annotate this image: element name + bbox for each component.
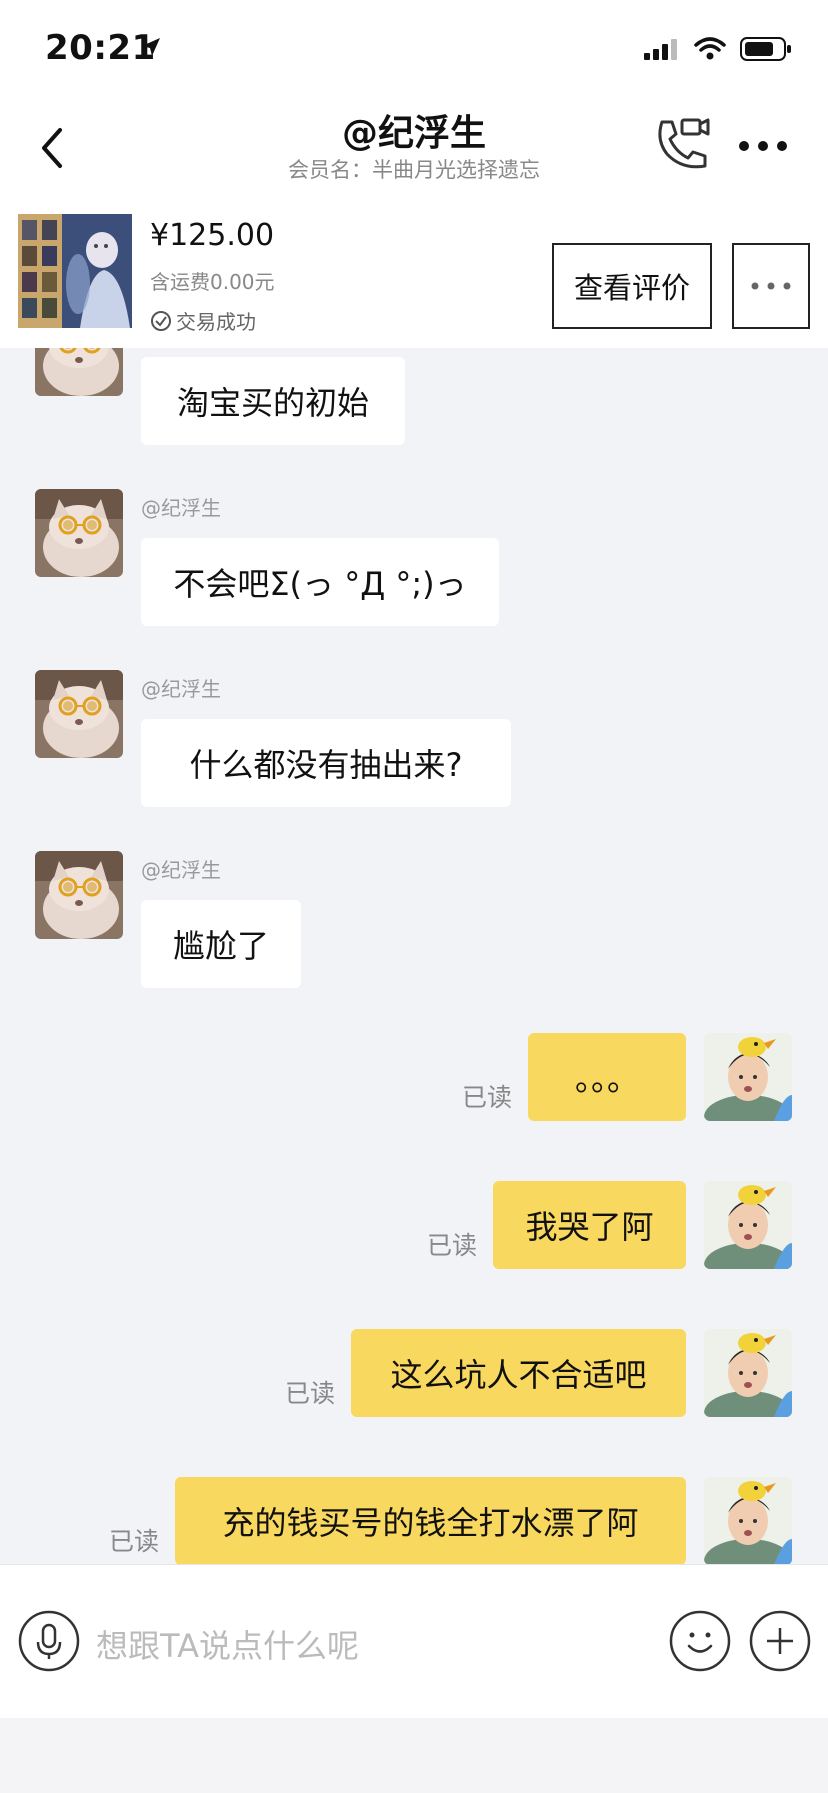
message-bubble[interactable]: 。。。	[528, 1033, 686, 1121]
message-bubble[interactable]: 什么都没有抽出来?	[141, 719, 511, 807]
trade-status: 交易成功	[150, 306, 256, 335]
sender-name: @纪浮生	[141, 858, 221, 882]
contact-avatar[interactable]	[35, 670, 123, 758]
more-icon[interactable]	[738, 140, 788, 152]
mic-icon[interactable]	[18, 1610, 80, 1672]
plus-icon[interactable]	[749, 1610, 811, 1672]
order-price: ¥125.00	[150, 218, 275, 253]
my-avatar[interactable]	[704, 1181, 792, 1269]
sender-name: @纪浮生	[141, 677, 221, 701]
contact-avatar[interactable]	[35, 348, 123, 396]
my-avatar[interactable]	[704, 1329, 792, 1417]
my-avatar[interactable]	[704, 1033, 792, 1121]
sender-name: @纪浮生	[141, 496, 221, 520]
order-more-button[interactable]	[732, 243, 810, 329]
product-thumbnail[interactable]	[18, 214, 132, 328]
input-bar: 想跟TA说点什么呢	[0, 1564, 828, 1719]
more-icon	[751, 282, 791, 290]
read-receipt: 已读	[109, 1527, 160, 1556]
message-input[interactable]: 想跟TA说点什么呢	[96, 1621, 359, 1667]
message-list[interactable]: 淘宝买的初始 @纪浮生 不会吧Σ(っ °Д °;)っ @纪浮生 什么都没有抽出来…	[0, 348, 828, 1564]
message-bubble[interactable]: 充的钱买号的钱全打水漂了阿	[175, 1477, 686, 1564]
video-call-icon[interactable]	[652, 114, 712, 174]
message-bubble[interactable]: 不会吧Σ(っ °Д °;)っ	[141, 538, 499, 626]
message-bubble[interactable]: 这么坑人不合适吧	[351, 1329, 686, 1417]
message-bubble[interactable]: 淘宝买的初始	[141, 357, 405, 445]
message-bubble[interactable]: 我哭了阿	[493, 1181, 686, 1269]
contact-avatar[interactable]	[35, 489, 123, 577]
status-icons	[644, 36, 792, 62]
chat-header: @纪浮生 会员名：半曲月光选择遗忘	[0, 96, 828, 200]
my-avatar[interactable]	[704, 1477, 792, 1564]
status-bar: 20:21	[0, 0, 828, 96]
read-receipt: 已读	[427, 1231, 478, 1260]
emoji-icon[interactable]	[669, 1610, 731, 1672]
read-receipt: 已读	[285, 1379, 336, 1408]
read-receipt: 已读	[462, 1083, 513, 1112]
contact-avatar[interactable]	[35, 851, 123, 939]
order-card: ¥125.00 含运费0.00元 交易成功 查看评价	[0, 200, 828, 348]
battery-icon	[740, 37, 791, 61]
location-arrow-icon	[142, 38, 160, 56]
shipping-fee: 含运费0.00元	[150, 270, 275, 294]
trade-status-text: 交易成功	[176, 310, 256, 334]
signal-icon	[644, 39, 677, 60]
bottom-area	[0, 1718, 828, 1793]
check-circle-icon	[151, 310, 171, 331]
view-review-button[interactable]: 查看评价	[552, 243, 712, 329]
message-bubble[interactable]: 尴尬了	[141, 900, 301, 988]
wifi-icon	[694, 37, 726, 60]
